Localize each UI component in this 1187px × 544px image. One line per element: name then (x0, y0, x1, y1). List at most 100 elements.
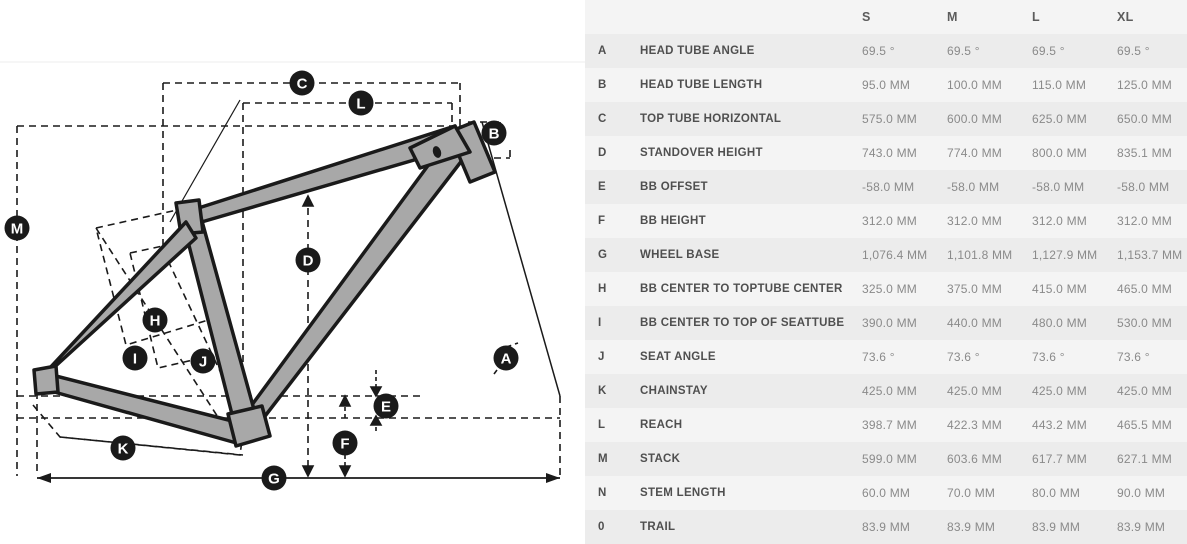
callout-label: D (303, 253, 314, 270)
table-row: B HEAD TUBE LENGTH 95.0 MM 100.0 MM 115.0 MM… (585, 68, 1187, 102)
row-label: TOP TUBE HORIZONTAL (640, 113, 782, 125)
row-label: STEM LENGTH (640, 487, 726, 499)
row-letter: E (598, 181, 606, 193)
seatstay (36, 220, 198, 384)
table-row: H BB CENTER TO TOPTUBE CENTER 325.0 MM 375.… (585, 272, 1187, 306)
row-value-m: 73.6 ° (947, 350, 980, 364)
seat-tube (179, 212, 260, 432)
table-row: M STACK 599.0 MM 603.6 MM 617.7 MM 627.1 MM (585, 442, 1187, 476)
row-value-xl: 73.6 ° (1117, 350, 1150, 364)
callout-label: F (340, 436, 349, 453)
row-value-s: 95.0 MM (862, 78, 911, 92)
arrow-f-head-down (338, 465, 352, 478)
row-value-l: 443.2 MM (1032, 418, 1087, 432)
row-value-m: 100.0 MM (947, 78, 1002, 92)
row-letter: A (598, 45, 607, 57)
row-value-m: 425.0 MM (947, 384, 1002, 398)
rear-dropout (32, 364, 60, 396)
down-tube (230, 135, 472, 434)
callout-label: H (150, 313, 161, 330)
table-row: L REACH 398.7 MM 422.3 MM 443.2 MM 465.5 MM (585, 408, 1187, 442)
geometry-spec-page: A B C D E F G H I J K L M S M L XL A HEAD TUBE ANGLE 6… (0, 0, 1187, 544)
column-header-xl: XL (1117, 10, 1134, 24)
table-row: 0 TRAIL 83.9 MM 83.9 MM 83.9 MM 83.9 MM (585, 510, 1187, 544)
bottom-bracket (226, 404, 272, 448)
geometry-spec-table: S M L XL A HEAD TUBE ANGLE 69.5 ° 69.5 ° 69.… (585, 0, 1187, 544)
row-value-m: 83.9 MM (947, 520, 996, 534)
row-value-s: 599.0 MM (862, 452, 917, 466)
callout-label: I (133, 351, 137, 368)
guide-a-angle (481, 121, 561, 397)
row-letter: B (598, 79, 607, 91)
row-value-m: 603.6 MM (947, 452, 1002, 466)
row-value-xl: 69.5 ° (1117, 44, 1150, 58)
row-label: BB HEIGHT (640, 215, 706, 227)
row-value-l: 800.0 MM (1032, 146, 1087, 160)
row-letter: F (598, 215, 606, 227)
callout-label: E (381, 399, 391, 416)
row-value-l: 69.5 ° (1032, 44, 1065, 58)
callout-label: C (297, 76, 308, 93)
row-value-l: 1,127.9 MM (1032, 248, 1098, 262)
callout-badge-l: L (348, 90, 374, 116)
row-value-s: 575.0 MM (862, 112, 917, 126)
column-header-s: S (862, 10, 871, 24)
callout-badge-e: E (373, 393, 399, 419)
row-value-xl: 83.9 MM (1117, 520, 1166, 534)
callout-label: L (356, 96, 365, 113)
row-value-m: 440.0 MM (947, 316, 1002, 330)
row-label: STANDOVER HEIGHT (640, 147, 763, 159)
row-value-xl: 312.0 MM (1117, 214, 1172, 228)
row-value-l: 83.9 MM (1032, 520, 1081, 534)
table-row: D STANDOVER HEIGHT 743.0 MM 774.0 MM 800.0 M… (585, 136, 1187, 170)
wheelbase-arrow-left (37, 473, 51, 483)
callout-badge-h: H (142, 307, 168, 333)
row-value-s: 325.0 MM (862, 282, 917, 296)
row-value-xl: 465.5 MM (1117, 418, 1172, 432)
row-letter: N (598, 487, 607, 499)
row-value-xl: 1,153.7 MM (1117, 248, 1183, 262)
row-value-xl: 650.0 MM (1117, 112, 1172, 126)
callout-label: J (199, 354, 207, 371)
row-letter: G (598, 249, 608, 261)
column-header-m: M (947, 10, 958, 24)
row-value-m: 422.3 MM (947, 418, 1002, 432)
row-value-xl: 530.0 MM (1117, 316, 1172, 330)
callout-badge-b: B (481, 120, 507, 146)
callout-badge-g: G (261, 465, 287, 491)
row-value-m: 375.0 MM (947, 282, 1002, 296)
bicycle-frame-artwork (32, 120, 497, 448)
row-label: TRAIL (640, 521, 676, 533)
row-value-s: 60.0 MM (862, 486, 911, 500)
callout-badge-d: D (295, 247, 321, 273)
guide-a-solid (481, 121, 561, 397)
wheelbase-measure (37, 473, 560, 483)
arrow-d-head (301, 465, 315, 478)
row-value-l: 73.6 ° (1032, 350, 1065, 364)
row-value-xl: -58.0 MM (1117, 180, 1170, 194)
row-value-xl: 90.0 MM (1117, 486, 1166, 500)
row-value-s: 398.7 MM (862, 418, 917, 432)
row-letter: J (598, 351, 605, 363)
row-value-s: 390.0 MM (862, 316, 917, 330)
row-value-s: 73.6 ° (862, 350, 895, 364)
table-row: N STEM LENGTH 60.0 MM 70.0 MM 80.0 MM 90.0 MM (585, 476, 1187, 510)
callout-label: K (118, 441, 129, 458)
row-value-l: 80.0 MM (1032, 486, 1081, 500)
row-letter: L (598, 419, 606, 431)
row-value-xl: 125.0 MM (1117, 78, 1172, 92)
row-value-xl: 465.0 MM (1117, 282, 1172, 296)
row-letter: 0 (598, 521, 605, 533)
row-label: HEAD TUBE LENGTH (640, 79, 763, 91)
row-label: BB CENTER TO TOP OF SEATTUBE (640, 317, 845, 329)
row-letter: I (598, 317, 602, 329)
row-value-l: 415.0 MM (1032, 282, 1087, 296)
row-value-l: 617.7 MM (1032, 452, 1087, 466)
row-value-l: 480.0 MM (1032, 316, 1087, 330)
row-label: BB OFFSET (640, 181, 708, 193)
table-header-row: S M L XL (585, 0, 1187, 34)
row-value-l: 312.0 MM (1032, 214, 1087, 228)
callout-badge-f: F (332, 430, 358, 456)
callout-label: A (501, 351, 512, 368)
row-letter: K (598, 385, 607, 397)
